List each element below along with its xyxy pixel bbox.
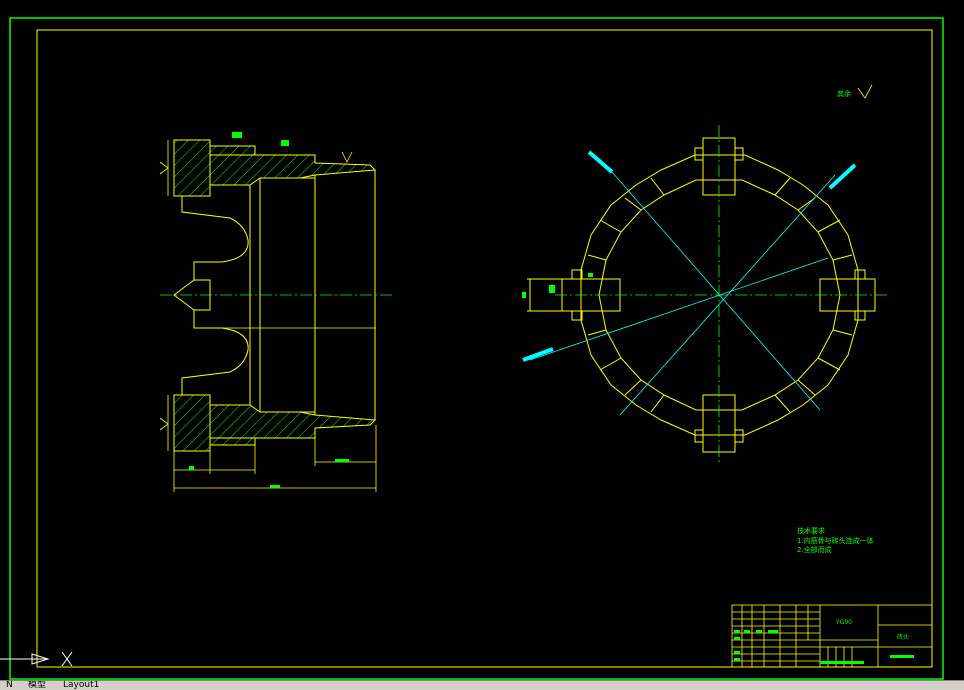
tech-requirements-line2: 2.全部而成 xyxy=(797,545,832,554)
section-view xyxy=(173,139,377,452)
roughness-symbols xyxy=(159,84,873,431)
inner-frame xyxy=(36,29,933,668)
ucs-icon[interactable] xyxy=(0,651,73,667)
tech-requirements-line1: 1.内筋骨与砖头连成一体 xyxy=(797,536,874,545)
roughness-note: 其余 xyxy=(837,89,851,98)
tech-requirements-title: 技术要求 xyxy=(797,526,825,535)
front-view-centerlines xyxy=(529,125,890,465)
cad-drawing-canvas[interactable]: 其余 技术要求 1.内筋骨与砖头连成一体 2.全部而成 YG90 砖头 xyxy=(0,0,964,680)
outer-frame xyxy=(9,17,944,680)
title-block-name: 砖头 xyxy=(897,633,909,641)
title-block-code: YG90 xyxy=(835,619,852,626)
